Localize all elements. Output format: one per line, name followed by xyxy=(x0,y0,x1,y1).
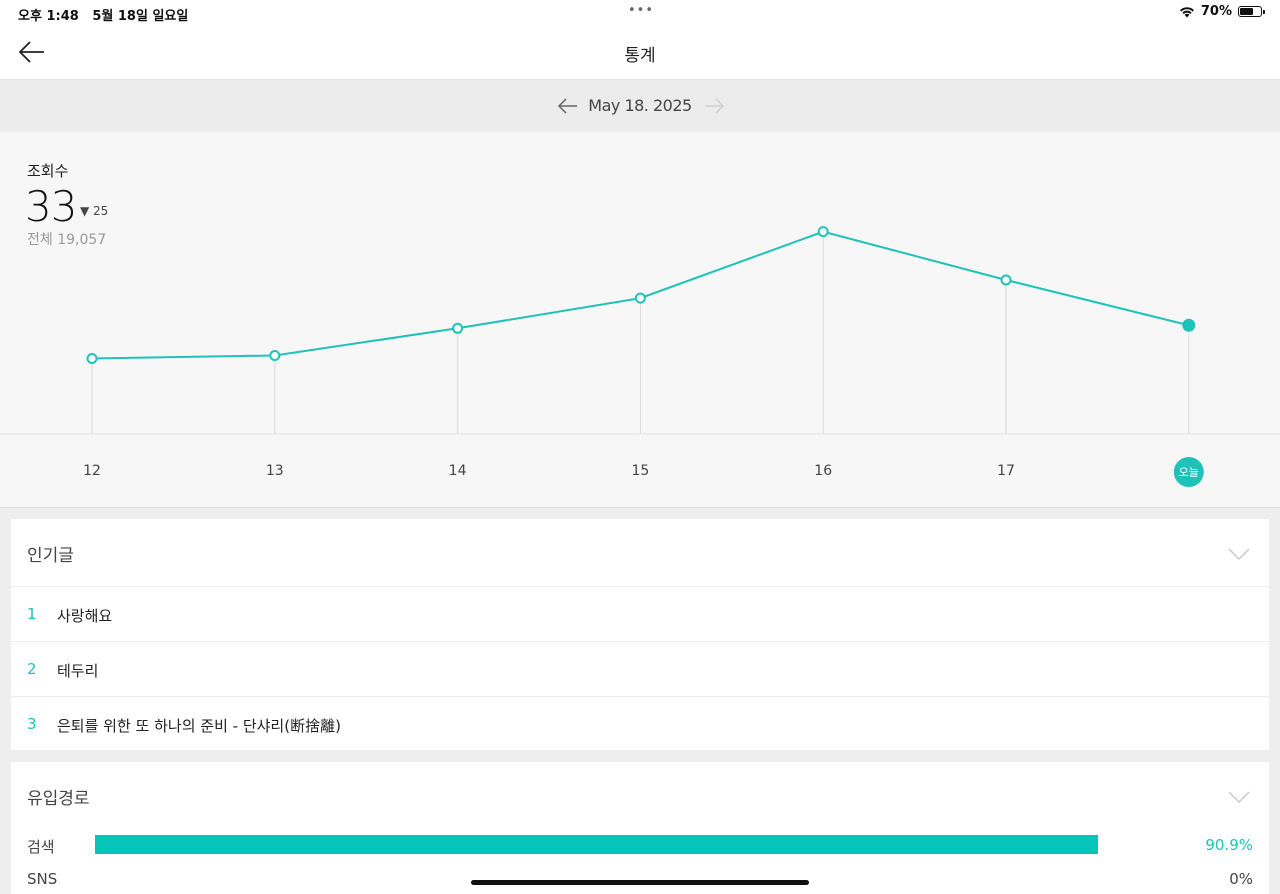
views-label: 조회수 xyxy=(27,162,69,180)
views-stats-panel: 12 13 14 15 16 17 오늘 조회수 33 ▼ 25 전체 19,057 xyxy=(0,132,1280,508)
status-time: 오후 1:48 xyxy=(18,9,79,24)
chart-point[interactable] xyxy=(1000,274,1012,286)
battery-icon xyxy=(1238,6,1265,17)
popular-posts-card: 인기글 1 사랑해요 2 테두리 3 은퇴를 위한 또 하나의 준비 - 단샤리… xyxy=(11,519,1269,750)
battery-level xyxy=(1240,8,1254,15)
chart-x-tick-label: 17 xyxy=(997,463,1015,479)
chart-point[interactable] xyxy=(634,292,646,304)
referrer-label: 검색 xyxy=(27,838,55,856)
chart-point[interactable] xyxy=(269,349,281,361)
arrow-right-icon xyxy=(705,98,725,114)
next-date-button[interactable] xyxy=(702,96,726,116)
popular-post-item[interactable]: 1 사랑해요 xyxy=(11,586,1269,641)
referrer-bar xyxy=(95,835,1098,854)
popular-posts-toggle[interactable] xyxy=(1227,546,1251,561)
post-title: 사랑해요 xyxy=(57,607,113,625)
chevron-down-icon xyxy=(1228,791,1250,804)
post-title: 은퇴를 위한 또 하나의 준비 - 단샤리(断捨離) xyxy=(57,717,341,735)
referrers-card: 유입경로 검색 90.9% SNS 0% xyxy=(11,762,1269,894)
referrer-bar-track xyxy=(95,835,1098,854)
chart-x-tick-label: 오늘 xyxy=(1179,466,1199,479)
post-title: 테두리 xyxy=(57,662,99,680)
views-line-chart: 12 13 14 15 16 17 오늘 xyxy=(0,226,1280,487)
views-value: 33 xyxy=(25,182,77,231)
referrer-label: SNS xyxy=(27,870,58,888)
popular-post-item[interactable]: 3 은퇴를 위한 또 하나의 준비 - 단샤리(断捨離) xyxy=(11,696,1269,751)
chart-x-tick-label: 15 xyxy=(631,463,649,479)
wifi-icon xyxy=(1179,6,1194,17)
views-change: ▼ 25 xyxy=(80,204,109,218)
status-date: 5월 18일 일요일 xyxy=(92,9,189,24)
chart-x-tick-label: 12 xyxy=(83,463,101,479)
referrer-row-sns: SNS 0% xyxy=(11,866,1269,892)
popular-post-item[interactable]: 2 테두리 xyxy=(11,641,1269,696)
status-bar: 오후 1:48 5월 18일 일요일 ••• 70% xyxy=(0,0,1280,26)
views-total: 전체 19,057 xyxy=(27,232,107,248)
chart-x-tick-label: 16 xyxy=(814,463,832,479)
post-rank: 3 xyxy=(27,715,37,733)
date-navigator: May 18. 2025 xyxy=(0,80,1280,132)
post-rank: 1 xyxy=(27,605,37,623)
chart-point[interactable] xyxy=(1182,318,1196,332)
current-date: May 18. 2025 xyxy=(588,96,692,115)
post-rank: 2 xyxy=(27,660,37,678)
multitasking-dots-icon[interactable]: ••• xyxy=(628,3,654,18)
referrer-percent: 90.9% xyxy=(1205,836,1253,854)
status-time-date: 오후 1:48 5월 18일 일요일 xyxy=(18,5,188,24)
battery-percent: 70% xyxy=(1200,4,1232,19)
referrer-bar-track xyxy=(95,869,1098,888)
navigation-bar: 통계 xyxy=(0,26,1280,80)
chevron-down-icon xyxy=(1228,548,1250,561)
referrer-percent: 0% xyxy=(1229,870,1253,888)
popular-posts-title: 인기글 xyxy=(27,546,74,566)
page-title: 통계 xyxy=(624,46,656,66)
chart-point[interactable] xyxy=(817,226,829,238)
chart-point[interactable] xyxy=(452,322,464,334)
referrers-toggle[interactable] xyxy=(1227,789,1251,804)
chart-point[interactable] xyxy=(86,353,98,364)
referrer-row-search: 검색 90.9% xyxy=(11,832,1269,858)
status-indicators: 70% xyxy=(1179,4,1265,19)
referrers-title: 유입경로 xyxy=(27,789,90,809)
chart-x-tick-label: 13 xyxy=(266,463,284,479)
home-indicator[interactable] xyxy=(471,880,809,885)
chart-x-tick-label: 14 xyxy=(449,463,467,479)
